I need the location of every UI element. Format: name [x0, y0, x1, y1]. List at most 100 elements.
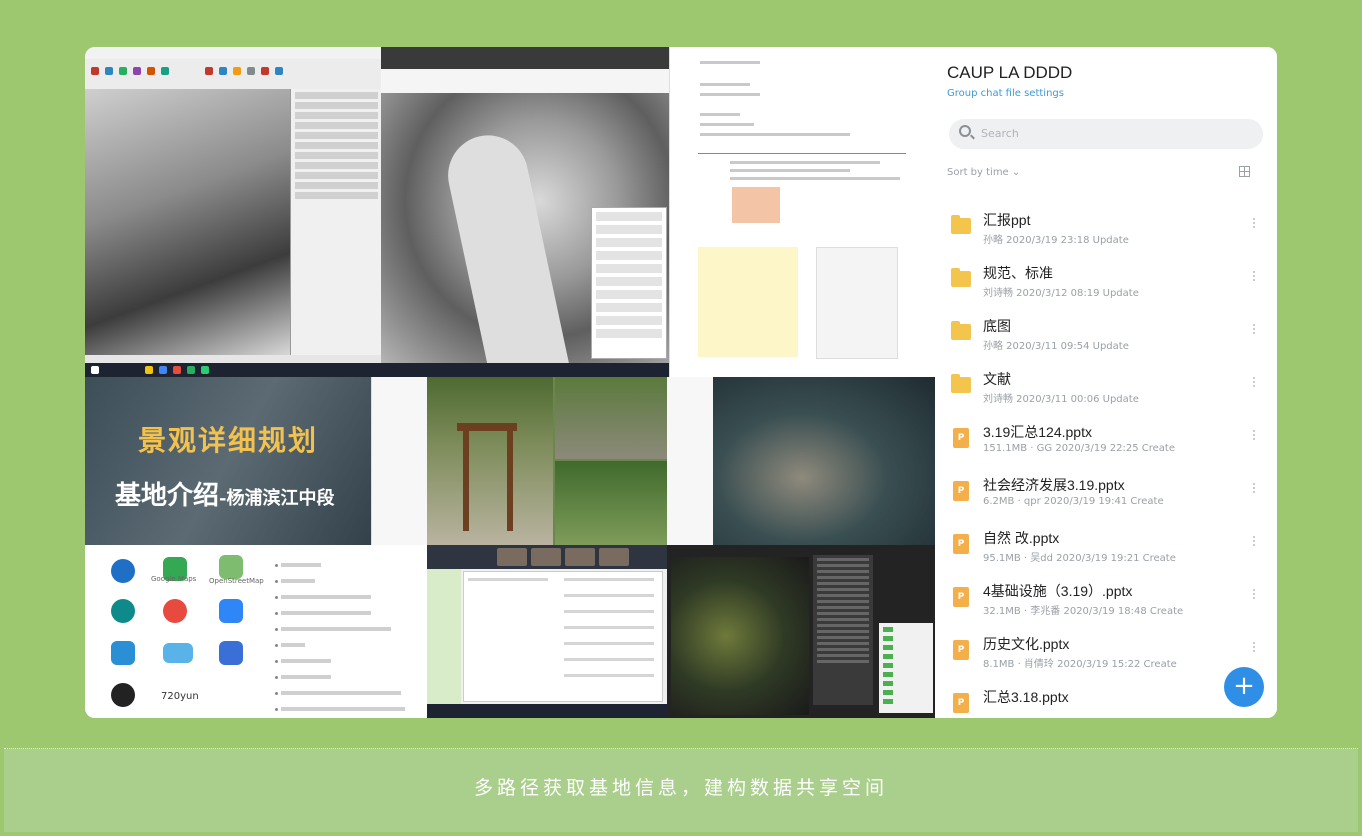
bullet	[275, 628, 278, 631]
app-icon[interactable]	[173, 366, 181, 374]
layer-manager	[879, 623, 933, 713]
more-options-icon[interactable]	[1253, 589, 1256, 601]
tool-icon[interactable]	[275, 67, 283, 75]
compass-icon	[111, 683, 135, 707]
tool-icon[interactable]	[105, 67, 113, 75]
tool-icon[interactable]	[261, 67, 269, 75]
wechat-icon[interactable]	[201, 366, 209, 374]
file-meta: 刘诗畅 2020/3/12 08:19 Update	[983, 288, 1139, 299]
search-input[interactable]: Search	[949, 119, 1263, 149]
bullet	[275, 692, 278, 695]
doc-line	[700, 61, 760, 64]
file-name: 社会经济发展3.19.pptx	[983, 477, 1125, 493]
tool-bar	[85, 59, 381, 90]
file-row[interactable]: 底图 孙略 2020/3/11 09:54 Update	[935, 310, 1277, 363]
slide-title: 景观详细规划	[137, 424, 318, 457]
river	[440, 127, 582, 363]
folder-icon	[951, 321, 971, 340]
file-row[interactable]: P 社会经济发展3.19.pptx 6.2MB · qpr 2020/3/19 19…	[935, 469, 1277, 522]
bullet-line	[281, 675, 331, 679]
more-options-icon[interactable]	[1253, 324, 1256, 336]
folder-icon	[951, 268, 971, 287]
file-meta: 151.1MB · GG 2020/3/19 22:25 Create	[983, 443, 1176, 454]
photo-pavilion	[555, 377, 667, 459]
search-icon	[959, 125, 971, 137]
start-icon[interactable]	[91, 366, 99, 374]
file-meta: 8.1MB · 肖倩玲 2020/3/19 15:22 Create	[983, 659, 1177, 670]
more-options-icon[interactable]	[1253, 430, 1256, 442]
file-name: 规范、标准	[983, 265, 1053, 281]
tool-icon[interactable]	[161, 67, 169, 75]
google-earth-icon	[111, 559, 135, 583]
more-options-icon[interactable]	[1253, 271, 1256, 283]
doc-highlighted-text	[698, 247, 798, 357]
openstreetmap-label: OpenStreetMap	[209, 577, 264, 585]
file-meta: 95.1MB · 吴dd 2020/3/19 19:21 Create	[983, 553, 1176, 564]
file-row[interactable]: P 3.19汇总124.pptx 151.1MB · GG 2020/3/19 22…	[935, 416, 1277, 469]
tool-icon[interactable]	[147, 67, 155, 75]
map-app-icon	[163, 643, 193, 663]
bullet-line	[281, 659, 331, 663]
file-name: 汇总3.18.pptx	[983, 689, 1069, 705]
explorer-icon[interactable]	[145, 366, 153, 374]
tool-icon[interactable]	[205, 67, 213, 75]
meeting-side-panel	[427, 569, 461, 704]
participant-video[interactable]	[599, 548, 629, 566]
file-row[interactable]: P 历史文化.pptx 8.1MB · 肖倩玲 2020/3/19 15:22 Cr…	[935, 628, 1277, 681]
doc-map-figure	[732, 187, 780, 223]
file-row[interactable]: 规范、标准刘诗畅 2020/3/12 08:19 Update	[935, 257, 1277, 310]
participant-video[interactable]	[565, 548, 595, 566]
tool-icon[interactable]	[119, 67, 127, 75]
grid-view-icon[interactable]	[1239, 166, 1250, 177]
doc-line	[730, 169, 850, 172]
participant-video[interactable]	[497, 548, 527, 566]
doc-line	[730, 177, 900, 180]
tray-panel	[290, 89, 381, 355]
file-row[interactable]: 汇报ppt 孙略 2020/3/19 23:18 Update	[935, 204, 1277, 257]
aerial-photo-slide	[667, 377, 935, 545]
doc-line	[700, 113, 740, 116]
more-options-icon[interactable]	[1253, 218, 1256, 230]
tool-icon[interactable]	[91, 67, 99, 75]
bullet-line	[281, 707, 405, 711]
map-services-slide: Google Maps OpenStreetMap 720yun	[85, 545, 427, 718]
ppt-file-icon: P	[953, 481, 969, 501]
ppt-file-icon: P	[953, 428, 969, 448]
tool-icon[interactable]	[219, 67, 227, 75]
file-settings-link[interactable]: Group chat file settings	[947, 88, 1064, 99]
sort-dropdown[interactable]: Sort by time ⌄	[947, 167, 1020, 178]
file-name: 历史文化.pptx	[983, 636, 1070, 652]
bullet-line	[281, 691, 401, 695]
bullet-line	[281, 627, 391, 631]
more-options-icon[interactable]	[1253, 536, 1256, 548]
more-options-icon[interactable]	[1253, 642, 1256, 654]
app-icon[interactable]	[187, 366, 195, 374]
tencent-maps-icon	[219, 641, 243, 665]
aerial-photo	[713, 377, 935, 545]
screenshot-card: 景观详细规划 基地介绍-杨浦滨江中段 Google Maps OpenStree…	[85, 47, 1277, 718]
file-row[interactable]: P 4基础设施（3.19）.pptx 32.1MB · 李兆番 2020/3/19 …	[935, 575, 1277, 628]
tool-icon[interactable]	[133, 67, 141, 75]
tool-icon[interactable]	[233, 67, 241, 75]
browser-icon[interactable]	[159, 366, 167, 374]
group-files-panel: CAUP LA DDDD Group chat file settings Se…	[935, 47, 1277, 718]
more-options-icon[interactable]	[1253, 483, 1256, 495]
file-name: 4基础设施（3.19）.pptx	[983, 583, 1133, 599]
bing-icon	[111, 599, 135, 623]
3d-city-model-viewport[interactable]	[85, 89, 290, 355]
chevron-down-icon: ⌄	[1011, 167, 1021, 178]
bullet-line	[281, 563, 321, 567]
status-bar	[85, 355, 381, 363]
tool-icon[interactable]	[247, 67, 255, 75]
more-options-icon[interactable]	[1253, 377, 1256, 389]
add-file-button[interactable]: +	[1224, 667, 1264, 707]
participant-video[interactable]	[531, 548, 561, 566]
slide-side	[667, 377, 713, 545]
file-meta: 32.1MB · 李兆番 2020/3/19 18:48 Create	[983, 606, 1184, 617]
layer-popup[interactable]	[591, 207, 667, 359]
cad-drawing-canvas[interactable]	[671, 557, 809, 715]
site-photos	[427, 377, 667, 545]
bullet-line	[281, 579, 315, 583]
file-row[interactable]: 文献 刘诗畅 2020/3/11 00:06 Update	[935, 363, 1277, 416]
file-row[interactable]: P 自然 改.pptx 95.1MB · 吴dd 2020/3/19 19:21 C…	[935, 522, 1277, 575]
